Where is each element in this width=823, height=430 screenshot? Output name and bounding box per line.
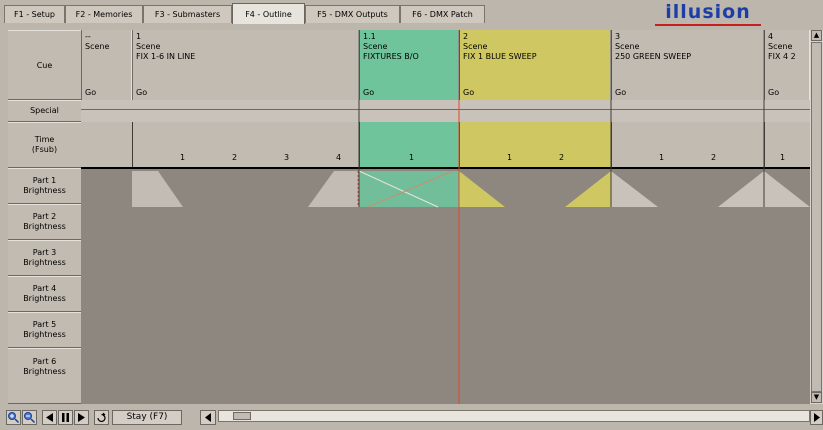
fade-shape-cue1-out	[308, 171, 359, 207]
scroll-left-icon[interactable]	[200, 410, 216, 425]
row-header-part-3: Part 3 Brightness	[8, 240, 81, 276]
tab-outline[interactable]: F4 - Outline	[232, 3, 305, 24]
play-icon[interactable]	[74, 410, 89, 425]
vertical-scrollbar[interactable]: ▲ ▼	[810, 30, 823, 404]
illusion-logo: illusion	[665, 1, 751, 23]
row-header-part-6: Part 6 Brightness	[8, 348, 81, 404]
outline-graph	[81, 30, 810, 404]
rewind-icon[interactable]	[42, 410, 57, 425]
row-header-sublabel: Brightness	[23, 258, 66, 267]
tab-dmx-outputs[interactable]: F5 - DMX Outputs	[305, 5, 400, 23]
scroll-right-icon[interactable]	[810, 410, 823, 425]
tab-submasters[interactable]: F3 - Submasters	[143, 5, 232, 23]
fade-shape-cue2-in	[459, 171, 505, 207]
horizontal-scroll-thumb[interactable]	[233, 412, 251, 420]
horizontal-scrollbar[interactable]	[218, 410, 810, 422]
fade-shape-cue4-in	[764, 171, 810, 207]
row-header-label: Part 6	[32, 357, 57, 366]
row-header-sublabel: Brightness	[23, 222, 66, 231]
fade-shape-cue2-out	[565, 171, 611, 207]
row-header-sublabel: Brightness	[23, 330, 66, 339]
row-header-label: Special	[30, 106, 59, 115]
scroll-down-icon[interactable]: ▼	[811, 392, 822, 403]
row-header-time: Time (Fsub)	[8, 122, 81, 168]
row-header-part-1: Part 1 Brightness	[8, 168, 81, 204]
row-header-sublabel: Brightness	[23, 367, 66, 376]
fade-shape-cue1-in	[132, 171, 183, 207]
logo-underline	[655, 24, 761, 26]
zoom-in-icon[interactable]	[6, 410, 21, 425]
row-header-label: Cue	[36, 61, 53, 70]
tab-dmx-patch[interactable]: F6 - DMX Patch	[400, 5, 485, 23]
scroll-up-icon[interactable]: ▲	[811, 30, 822, 41]
vertical-scroll-thumb[interactable]	[811, 42, 822, 392]
row-header-label: Part 1	[32, 176, 57, 185]
row-header-sublabel: Brightness	[23, 294, 66, 303]
row-header-special: Special	[8, 100, 81, 122]
fade-shape-cue3-out	[718, 171, 764, 207]
row-header-label: Part 5	[32, 320, 57, 329]
fade-shape-cue11	[359, 171, 459, 207]
tab-bar: F1 - Setup F2 - Memories F3 - Submasters…	[0, 0, 823, 26]
row-header-label: Part 4	[32, 284, 57, 293]
pause-icon[interactable]	[58, 410, 73, 425]
outline-grid: -- Scene Go 1 Scene FIX 1-6 IN LINE Go 1…	[8, 30, 810, 404]
fade-shape-cue3-in	[611, 171, 658, 207]
row-header-part-5: Part 5 Brightness	[8, 312, 81, 348]
row-header-label: Part 3	[32, 248, 57, 257]
row-header-part-2: Part 2 Brightness	[8, 204, 81, 240]
row-header-sublabel: (Fsub)	[31, 145, 58, 154]
tab-memories[interactable]: F2 - Memories	[65, 5, 143, 23]
zoom-out-icon[interactable]	[22, 410, 37, 425]
row-header-label: Time	[34, 135, 55, 144]
tab-setup[interactable]: F1 - Setup	[4, 5, 65, 23]
row-header-cue: Cue	[8, 30, 81, 100]
loop-icon[interactable]	[94, 410, 109, 425]
stay-button[interactable]: Stay (F7)	[112, 410, 182, 425]
row-header-label: Part 2	[32, 212, 57, 221]
row-header-part-4: Part 4 Brightness	[8, 276, 81, 312]
row-header-sublabel: Brightness	[23, 186, 66, 195]
